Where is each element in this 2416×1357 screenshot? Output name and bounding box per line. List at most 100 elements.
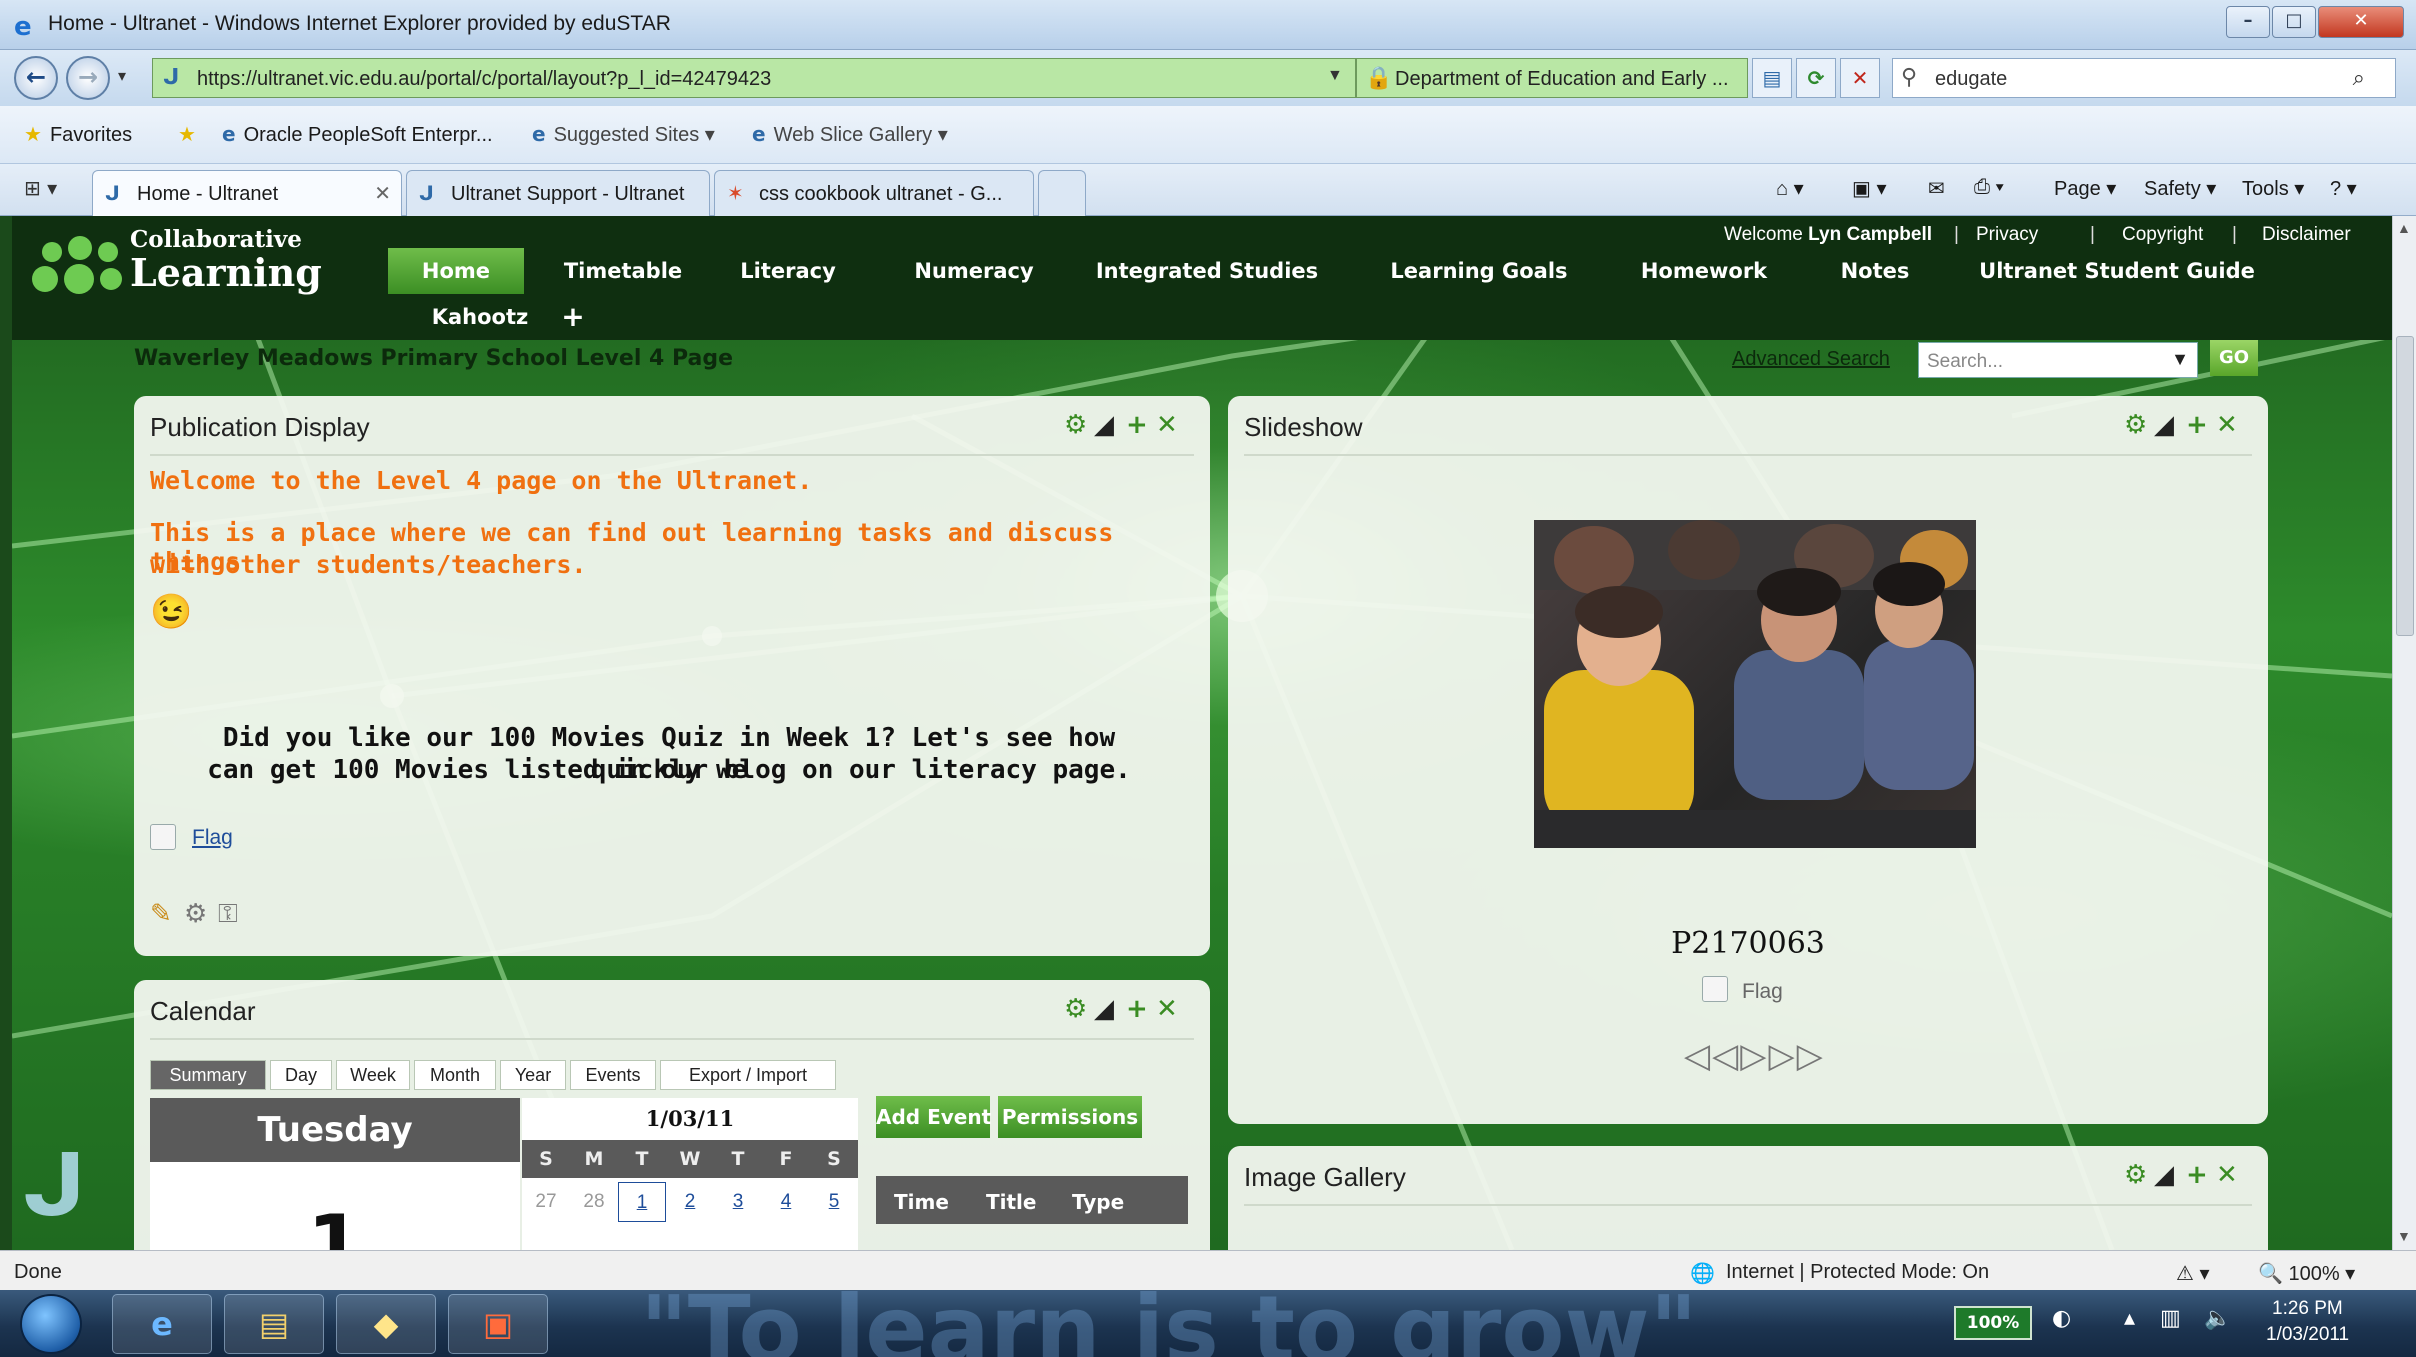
close-portlet-icon[interactable]: ✕ [1156, 994, 1178, 1024]
permissions-icon[interactable]: ⚿ [218, 898, 238, 930]
tab-ultranet-support[interactable]: ᒍ Ultranet Support - Ultranet [406, 170, 710, 216]
tab-export-import[interactable]: Export / Import [660, 1060, 836, 1090]
compatibility-view-icon[interactable]: ▤ [1752, 58, 1792, 98]
refresh-icon[interactable]: ⟳ [1796, 58, 1836, 98]
close-portlet-icon[interactable]: ✕ [2216, 1160, 2238, 1190]
back-button[interactable]: ← [14, 56, 58, 100]
url-dropdown-icon[interactable]: ▼ [1327, 67, 1343, 85]
tab-day[interactable]: Day [270, 1060, 332, 1090]
privacy-link[interactable]: Privacy [1976, 224, 2038, 246]
calendar-day[interactable]: 5 [810, 1182, 858, 1222]
tab-css-cookbook[interactable]: ✶ css cookbook ultranet - G... [714, 170, 1034, 216]
portal-search-input[interactable]: Search... ▼ [1918, 342, 2198, 378]
calendar-day[interactable]: 28 [570, 1182, 618, 1222]
user-name[interactable]: Lyn Campbell [1808, 224, 1932, 245]
clock-date[interactable]: 1/03/2011 [2266, 1324, 2349, 1346]
feeds-icon[interactable]: ▣ ▾ [1852, 176, 1887, 201]
calendar-day-today[interactable]: 1 [618, 1182, 666, 1222]
maximize-portlet-icon[interactable]: + [1126, 994, 1148, 1024]
scroll-down-icon[interactable]: ▼ [2397, 1228, 2411, 1244]
page-scrollbar[interactable]: ▲ ▼ [2392, 216, 2416, 1250]
slideshow-photo[interactable] [1534, 520, 1976, 848]
tab-summary[interactable]: Summary [150, 1060, 266, 1090]
recent-pages-dropdown[interactable]: ▾ [118, 66, 126, 86]
tab-events[interactable]: Events [570, 1060, 656, 1090]
maximize-portlet-icon[interactable]: + [1126, 410, 1148, 440]
slideshow-controls[interactable]: ◁◁▷▷▷ [1684, 1036, 1825, 1076]
nav-homework[interactable]: Homework [1634, 248, 1774, 294]
nav-timetable[interactable]: Timetable [548, 248, 698, 294]
tab-home-ultranet[interactable]: ᒍ Home - Ultranet ✕ [92, 170, 402, 216]
new-tab-button[interactable] [1038, 170, 1086, 216]
minimize-portlet-icon[interactable]: ◢ [2154, 1160, 2174, 1190]
nav-kahootz[interactable]: Kahootz [420, 294, 540, 340]
minimize-portlet-icon[interactable]: ◢ [2154, 410, 2174, 440]
configure-icon[interactable]: ⚙ [1064, 994, 1087, 1024]
permissions-button[interactable]: Permissions [998, 1096, 1142, 1138]
flag-link[interactable]: Flag [192, 826, 233, 850]
go-button[interactable]: GO [2210, 340, 2258, 376]
nav-learning-goals[interactable]: Learning Goals [1384, 248, 1574, 294]
maximize-portlet-icon[interactable]: + [2186, 1160, 2208, 1190]
quick-tabs-icon[interactable]: ⊞ ▾ [24, 176, 57, 200]
scroll-up-icon[interactable]: ▲ [2397, 220, 2411, 236]
clock-time[interactable]: 1:26 PM [2272, 1298, 2343, 1320]
nav-ultranet-student-guide[interactable]: Ultranet Student Guide [1972, 248, 2262, 294]
power-icon[interactable]: ◐ [2052, 1306, 2071, 1331]
nav-home[interactable]: Home [388, 248, 524, 294]
stop-icon[interactable]: ✕ [1840, 58, 1880, 98]
browser-search-field[interactable]: ⚲ edugate ⌕ [1892, 58, 2396, 98]
show-hidden-icons[interactable]: ▴ [2124, 1306, 2135, 1331]
favorite-web-slice-gallery[interactable]: e Web Slice Gallery ▾ [752, 122, 948, 147]
edit-icon[interactable]: ✎ [150, 898, 172, 929]
maximize-button[interactable]: □ [2272, 6, 2316, 38]
add-event-button[interactable]: Add Event [876, 1096, 991, 1138]
nav-literacy[interactable]: Literacy [728, 248, 848, 294]
advanced-search-link[interactable]: Advanced Search [1732, 348, 1890, 371]
network-icon[interactable]: ▥ [2160, 1306, 2181, 1331]
copyright-link[interactable]: Copyright [2122, 224, 2203, 246]
help-icon[interactable]: ? ▾ [2330, 176, 2357, 201]
close-tab-icon[interactable]: ✕ [374, 181, 391, 206]
close-portlet-icon[interactable]: ✕ [2216, 410, 2238, 440]
configure-icon[interactable]: ⚙ [1064, 410, 1087, 440]
favorites-button[interactable]: ★ Favorites [24, 122, 132, 147]
ultranet-logo-icon[interactable]: ᒍ [22, 1136, 86, 1236]
maximize-portlet-icon[interactable]: + [2186, 410, 2208, 440]
collaborative-learning-logo[interactable] [32, 234, 132, 294]
nav-notes[interactable]: Notes [1830, 248, 1920, 294]
close-portlet-icon[interactable]: ✕ [1156, 410, 1178, 440]
safety-menu[interactable]: Safety ▾ [2144, 176, 2216, 201]
tab-month[interactable]: Month [414, 1060, 496, 1090]
certificate-info[interactable]: 🔒 Department of Education and Early ... [1356, 58, 1748, 98]
settings-icon[interactable]: ⚙ [184, 898, 207, 929]
flag-link[interactable]: Flag [1742, 980, 1783, 1004]
notes-taskbar-icon[interactable]: ◆ [336, 1294, 436, 1354]
url-text[interactable]: https://ultranet.vic.edu.au/portal/c/por… [197, 68, 771, 91]
print-icon[interactable]: ⎙ ▾ [1974, 176, 2004, 199]
battery-indicator[interactable]: 100% [1954, 1306, 2032, 1340]
add-favorite-icon[interactable]: ★ [178, 122, 204, 147]
file-explorer-taskbar-icon[interactable]: ▤ [224, 1294, 324, 1354]
calendar-day[interactable]: 2 [666, 1182, 714, 1222]
nav-integrated-studies[interactable]: Integrated Studies [1094, 248, 1320, 294]
calendar-day[interactable]: 27 [522, 1182, 570, 1222]
security-zone[interactable]: Internet | Protected Mode: On [1726, 1261, 1989, 1284]
forward-button[interactable]: → [66, 56, 110, 100]
nav-numeracy[interactable]: Numeracy [904, 248, 1044, 294]
flag-icon[interactable] [150, 824, 176, 850]
configure-icon[interactable]: ⚙ [2124, 410, 2147, 440]
start-button[interactable] [20, 1294, 82, 1354]
calendar-day[interactable]: 4 [762, 1182, 810, 1222]
tab-week[interactable]: Week [336, 1060, 410, 1090]
search-icon[interactable]: ⌕ [2353, 65, 2365, 91]
disclaimer-link[interactable]: Disclaimer [2262, 224, 2351, 246]
powerpoint-taskbar-icon[interactable]: ▣ [448, 1294, 548, 1354]
flag-icon[interactable] [1702, 976, 1728, 1002]
search-text[interactable]: edugate [1935, 68, 2007, 91]
favorite-oracle[interactable]: e Oracle PeopleSoft Enterpr... [222, 122, 493, 147]
page-menu[interactable]: Page ▾ [2054, 176, 2116, 201]
url-field[interactable]: ᒍ https://ultranet.vic.edu.au/portal/c/p… [152, 58, 1356, 98]
scrollbar-thumb[interactable] [2396, 336, 2414, 636]
add-page-button[interactable]: + [558, 294, 588, 340]
